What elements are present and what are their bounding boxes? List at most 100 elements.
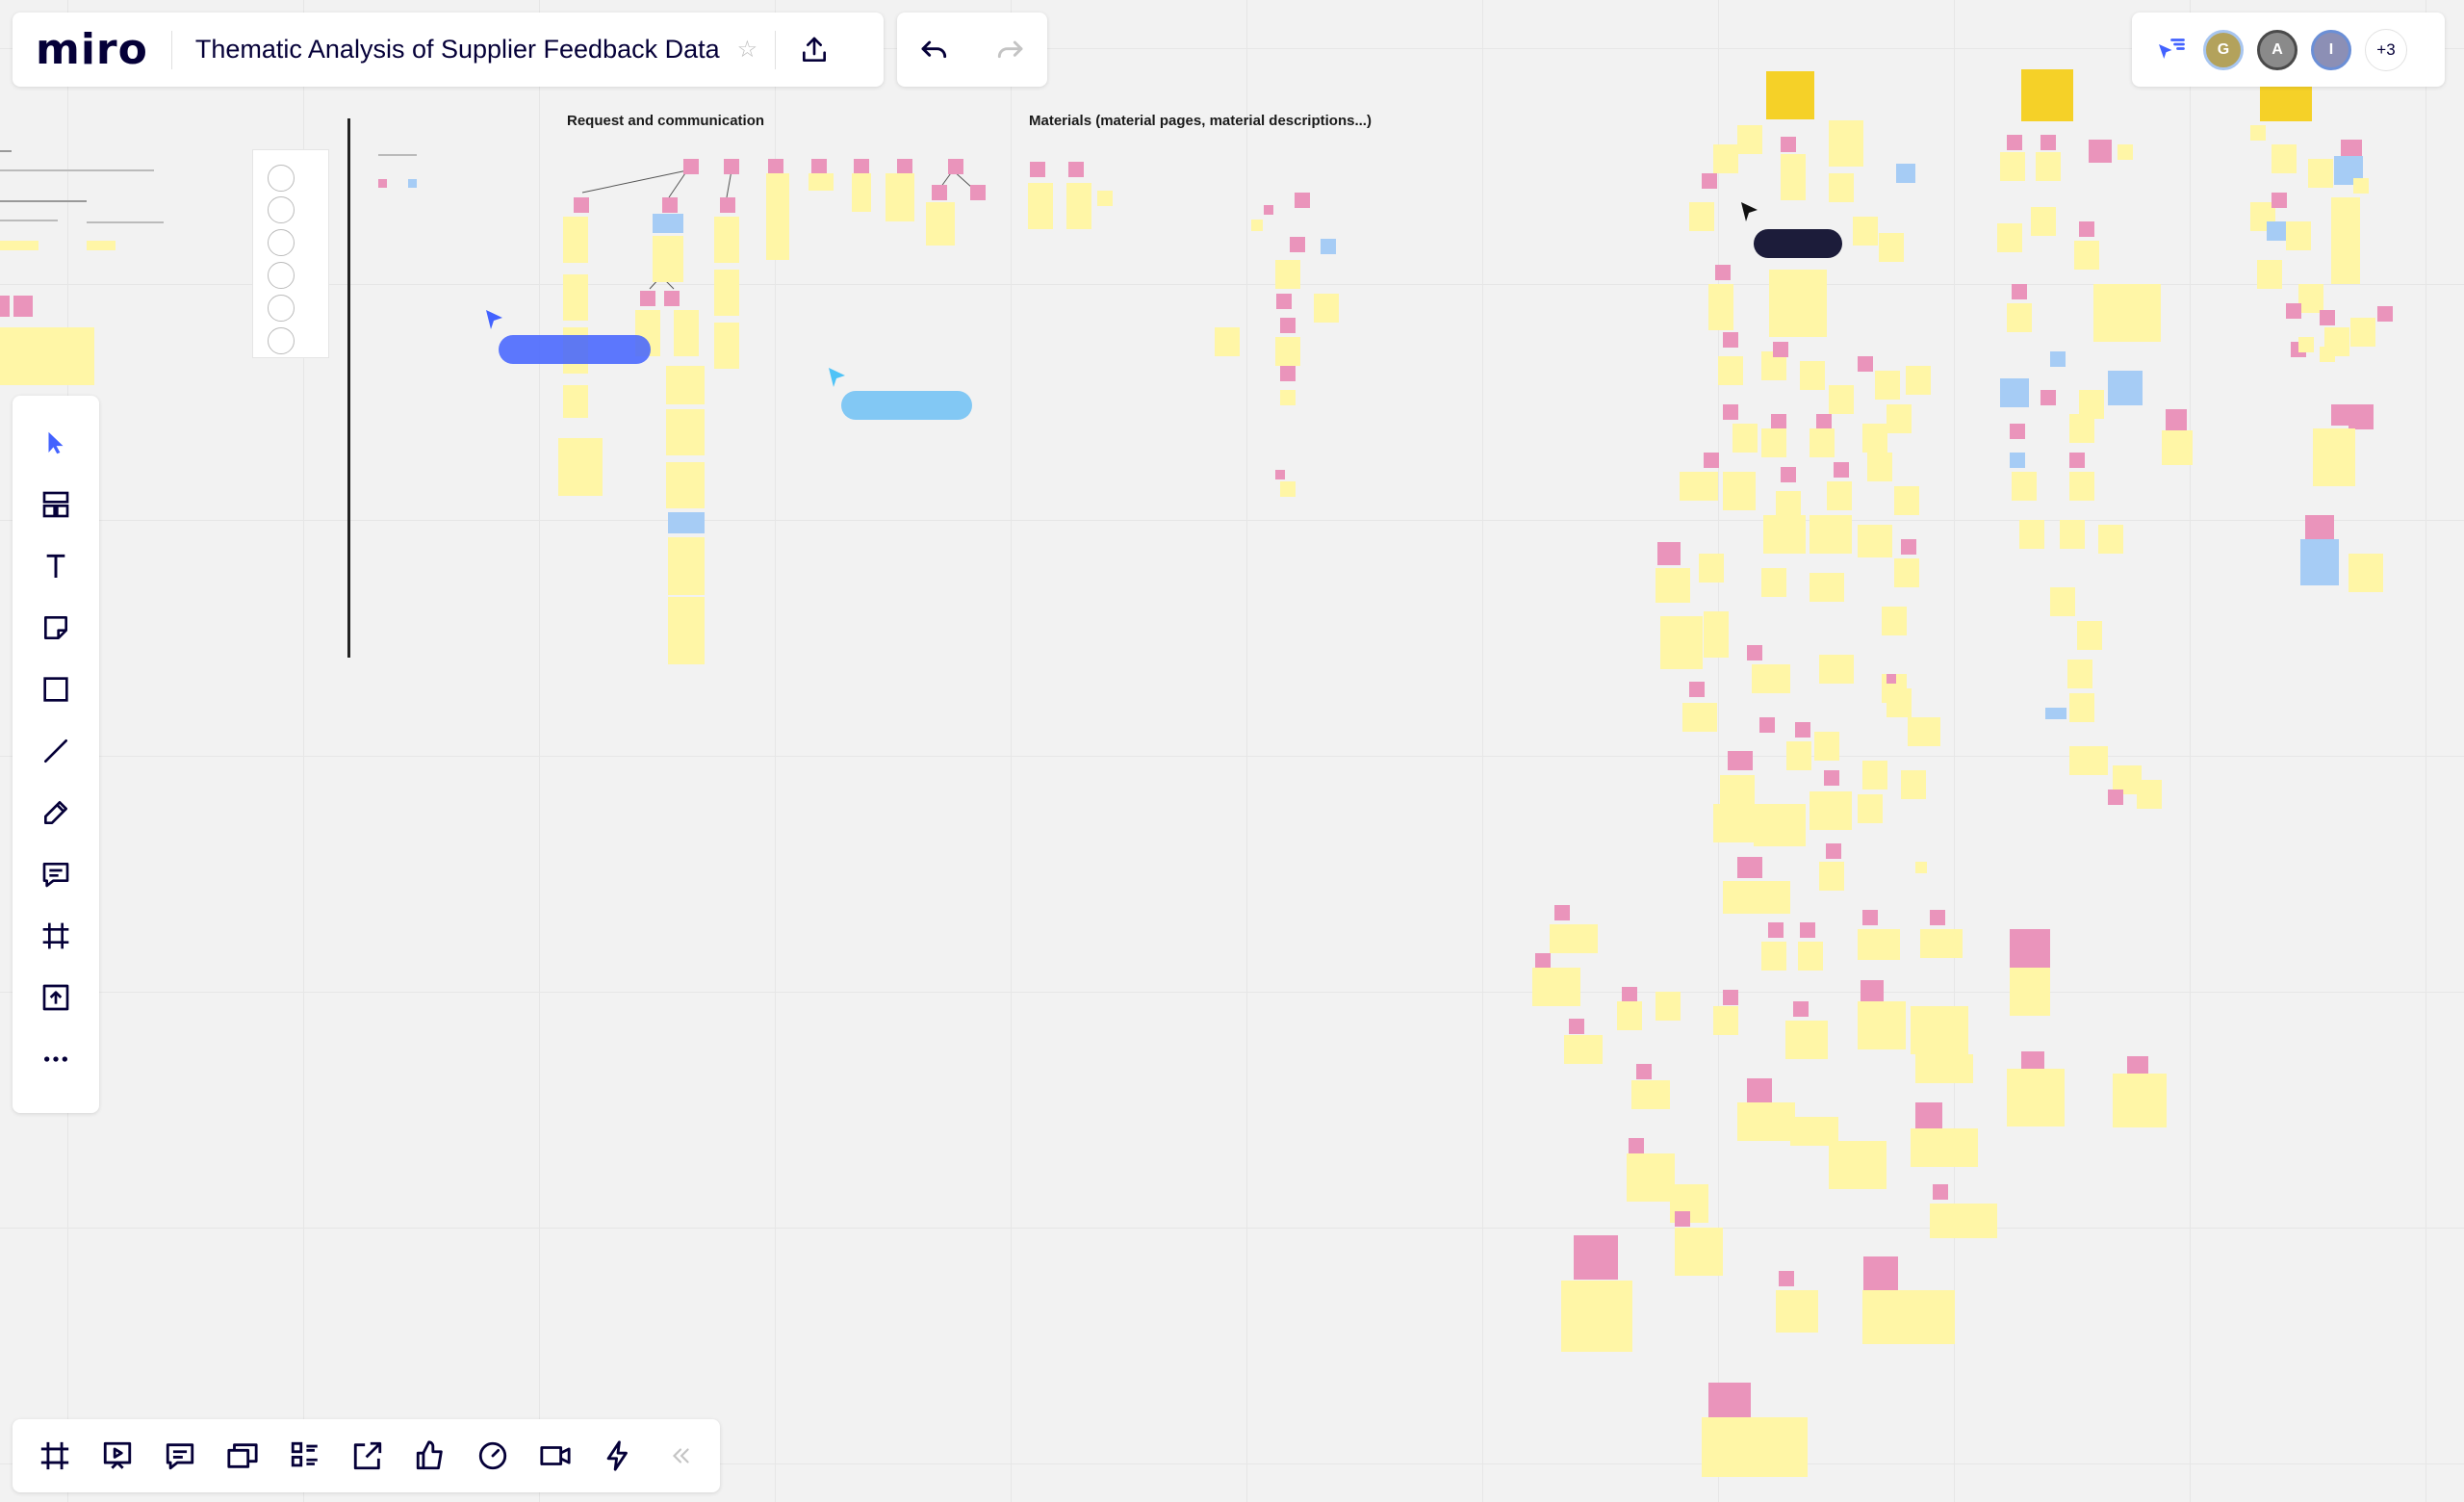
sticky-note[interactable]: [1702, 173, 1717, 189]
sticky-note[interactable]: [2093, 284, 2161, 342]
sticky-note[interactable]: [2267, 221, 2286, 241]
sticky-note[interactable]: [2010, 424, 2025, 439]
sticky-note[interactable]: [2050, 587, 2075, 616]
sticky-note[interactable]: [1853, 217, 1878, 246]
sticky-note[interactable]: [1906, 366, 1931, 395]
sticky-note[interactable]: [1761, 568, 1786, 597]
sticky-note[interactable]: [1810, 573, 1844, 602]
sticky-note[interactable]: [1682, 703, 1717, 732]
sticky-note[interactable]: [897, 159, 912, 174]
sticky-note[interactable]: [1911, 1006, 1968, 1054]
sticky-note[interactable]: [1816, 414, 1832, 429]
sticky-note[interactable]: [1793, 1001, 1809, 1017]
sticky-note[interactable]: [558, 438, 603, 496]
sticky-note[interactable]: [1747, 645, 1762, 660]
sticky-note[interactable]: [1886, 404, 1912, 433]
sticky-note[interactable]: [1737, 857, 1762, 878]
sticky-note[interactable]: [1656, 992, 1681, 1021]
sticky-note[interactable]: [653, 214, 683, 233]
sticky-note[interactable]: [1747, 1078, 1772, 1103]
sticky-note[interactable]: [563, 385, 588, 418]
sticky-note[interactable]: [1713, 1006, 1738, 1035]
sticky-note[interactable]: [852, 173, 871, 212]
sticky-note[interactable]: [2069, 453, 2085, 468]
sticky-note[interactable]: [2007, 135, 2022, 150]
sticky-note[interactable]: [1800, 922, 1815, 938]
sticky-note[interactable]: [1723, 881, 1790, 914]
sticky-note[interactable]: [1737, 1102, 1795, 1141]
sticky-note[interactable]: [1574, 1235, 1618, 1280]
apps-button[interactable]: [595, 1433, 641, 1479]
sticky-note[interactable]: [563, 274, 588, 321]
sticky-note[interactable]: [2000, 152, 2025, 181]
sticky-note[interactable]: [1713, 144, 1738, 173]
sticky-note[interactable]: [1810, 515, 1852, 554]
sticky-note[interactable]: [1882, 607, 1907, 635]
sticky-note[interactable]: [1861, 980, 1884, 1003]
sticky-note[interactable]: [1824, 770, 1839, 786]
sticky-note[interactable]: [811, 159, 827, 174]
sticky-note[interactable]: [2377, 306, 2393, 322]
pen-tool[interactable]: [33, 790, 79, 836]
sticky-note[interactable]: [2350, 318, 2375, 347]
sticky-note[interactable]: [1915, 862, 1927, 873]
sticky-note[interactable]: [2286, 303, 2301, 319]
sticky-note[interactable]: [1766, 71, 1814, 119]
sticky-note[interactable]: [1631, 1080, 1670, 1109]
sticky-note[interactable]: [668, 537, 705, 595]
sticky-note[interactable]: [1554, 905, 1570, 920]
sticky-note[interactable]: [932, 185, 947, 200]
sticky-note[interactable]: [1771, 414, 1786, 429]
sticky-note[interactable]: [1068, 162, 1084, 177]
comments-button[interactable]: [157, 1433, 203, 1479]
sticky-note[interactable]: [2348, 554, 2383, 592]
sticky-note[interactable]: [1535, 953, 1551, 969]
sticky-note[interactable]: [2012, 472, 2037, 501]
sticky-note[interactable]: [1715, 265, 1731, 280]
sticky-note[interactable]: [2021, 69, 2073, 121]
sticky-note[interactable]: [1761, 428, 1786, 457]
sticky-note[interactable]: [1786, 741, 1811, 770]
star-icon[interactable]: ☆: [737, 36, 758, 64]
sticky-note[interactable]: [2019, 520, 2044, 549]
sticky-note[interactable]: [1675, 1228, 1723, 1276]
sticky-note[interactable]: [2348, 404, 2374, 429]
templates-tool[interactable]: [33, 481, 79, 528]
sticky-note[interactable]: [714, 217, 739, 263]
sticky-note[interactable]: [2060, 520, 2085, 549]
sticky-note[interactable]: [1858, 929, 1900, 960]
sticky-note[interactable]: [1827, 481, 1852, 510]
sticky-note[interactable]: [1997, 223, 2022, 252]
sticky-note[interactable]: [1776, 1290, 1818, 1333]
sticky-note[interactable]: [1275, 470, 1285, 479]
sticky-note[interactable]: [2300, 539, 2339, 585]
sticky-note[interactable]: [2079, 221, 2094, 237]
sticky-note[interactable]: [1617, 1001, 1642, 1030]
sticky-note[interactable]: [2298, 337, 2314, 352]
sticky-note[interactable]: [1321, 239, 1336, 254]
sticky-note[interactable]: [1781, 137, 1796, 152]
sticky-note[interactable]: [1702, 1417, 1808, 1477]
sticky-note[interactable]: [1829, 1141, 1886, 1189]
sticky-note[interactable]: [1708, 284, 1733, 330]
sticky-note[interactable]: [2040, 135, 2056, 150]
sticky-note[interactable]: [948, 159, 963, 174]
sticky-note[interactable]: [1894, 558, 1919, 587]
sticky-note[interactable]: [1819, 655, 1854, 684]
sticky-note[interactable]: [2010, 968, 2050, 1016]
sticky-note[interactable]: [1718, 356, 1743, 385]
sticky-note[interactable]: [574, 197, 589, 213]
sticky-note[interactable]: [1781, 467, 1796, 482]
sticky-note[interactable]: [1896, 164, 1915, 183]
sticky-note[interactable]: [666, 409, 705, 455]
sticky-note[interactable]: [1911, 1128, 1978, 1167]
sticky-note[interactable]: [1930, 910, 1945, 925]
comment-tool[interactable]: [33, 851, 79, 897]
sticky-note[interactable]: [1569, 1019, 1584, 1034]
sticky-note[interactable]: [1814, 732, 1839, 761]
sticky-note[interactable]: [2313, 428, 2355, 486]
sticky-note[interactable]: [1863, 1256, 1898, 1291]
sticky-note[interactable]: [1826, 843, 1841, 859]
redo-button[interactable]: [987, 27, 1033, 73]
sticky-note[interactable]: [714, 323, 739, 369]
